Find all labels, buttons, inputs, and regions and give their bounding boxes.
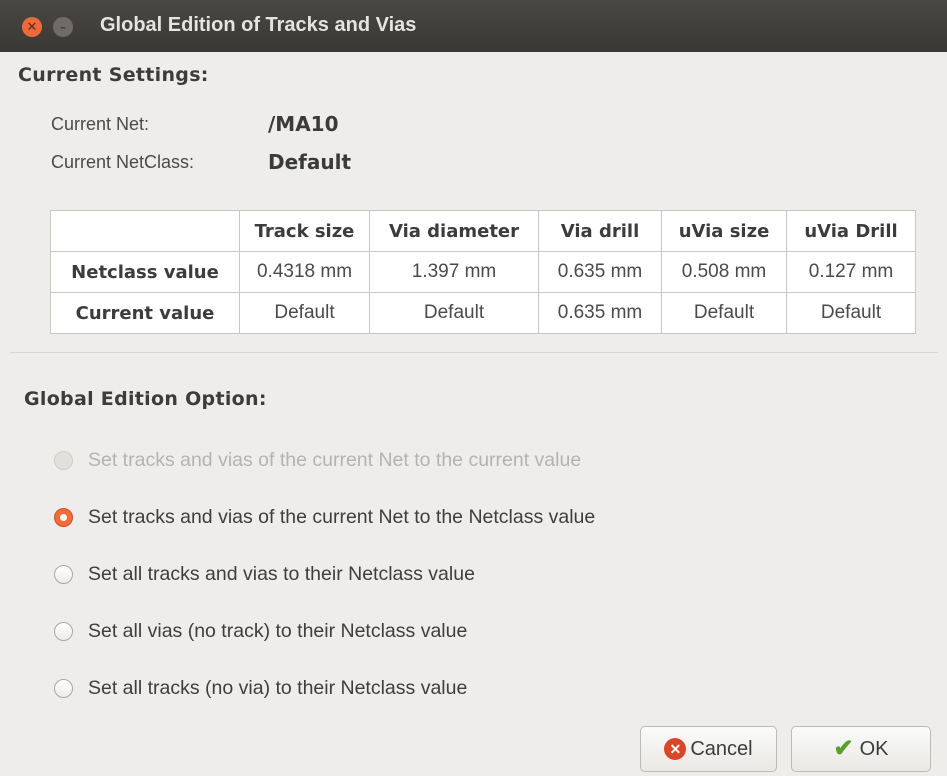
table-cell[interactable]: 0.635 mm [538,292,662,334]
table-cell[interactable]: 0.127 mm [786,251,916,293]
option-all-vias-to-netclass[interactable]: Set all vias (no track) to their Netclas… [54,620,467,643]
option-current-net-to-current-value: Set tracks and vias of the current Net t… [54,449,581,472]
column-header-track-size: Track size [239,210,370,252]
column-header-uvia-drill: uVia Drill [786,210,916,252]
radio-button[interactable] [54,622,73,641]
column-header-uvia-size: uVia size [661,210,787,252]
option-all-tracks-and-vias-to-netclass[interactable]: Set all tracks and vias to their Netclas… [54,563,475,586]
table-cell[interactable]: 0.4318 mm [239,251,370,293]
ok-button-label: OK [859,737,889,760]
close-window-icon[interactable]: ✕ [22,17,42,37]
ok-button[interactable]: ✔ OK [791,726,931,772]
row-header-current-value: Current value [50,292,240,334]
cancel-icon: ✕ [664,738,687,760]
radio-button[interactable] [54,565,73,584]
option-current-net-to-netclass-value[interactable]: Set tracks and vias of the current Net t… [54,506,595,529]
global-edition-heading: Global Edition Option: [24,388,267,410]
option-label: Set tracks and vias of the current Net t… [88,449,582,471]
title-bar: ✕ – Global Edition of Tracks and Vias [0,0,947,52]
table-cell[interactable]: 0.508 mm [661,251,787,293]
table-corner-cell [50,210,240,252]
option-label[interactable]: Set all tracks and vias to their Netclas… [88,563,475,586]
table-cell[interactable]: Default [786,292,916,334]
section-divider [10,352,938,353]
option-label[interactable]: Set all vias (no track) to their Netclas… [88,620,467,643]
cancel-button-label: Cancel [690,737,753,760]
option-label[interactable]: Set tracks and vias of the current Net t… [88,506,595,529]
table-cell[interactable]: Default [369,292,539,334]
table-header-row: Track size Via diameter Via drill uVia s… [50,210,916,252]
current-net-value: /MA10 [268,112,339,136]
checkmark-icon: ✔ [833,735,854,762]
window-title: Global Edition of Tracks and Vias [100,14,417,36]
current-netclass-value: Default [268,150,352,174]
netclass-values-table: Track size Via diameter Via drill uVia s… [50,210,916,334]
table-cell[interactable]: Default [661,292,787,334]
table-cell[interactable]: 1.397 mm [369,251,539,293]
table-cell[interactable]: Default [239,292,370,334]
row-header-netclass-value: Netclass value [50,251,240,293]
column-header-via-diameter: Via diameter [369,210,539,252]
option-all-tracks-to-netclass[interactable]: Set all tracks (no via) to their Netclas… [54,677,467,700]
table-row: Current value Default Default 0.635 mm D… [50,292,916,334]
current-netclass-label: Current NetClass: [51,152,195,172]
table-cell[interactable]: 0.635 mm [538,251,662,293]
radio-button[interactable] [54,508,73,527]
table-row: Netclass value 0.4318 mm 1.397 mm 0.635 … [50,251,916,293]
option-label[interactable]: Set all tracks (no via) to their Netclas… [88,677,467,700]
cancel-button[interactable]: ✕ Cancel [640,726,777,772]
radio-button [54,451,73,470]
current-settings-heading: Current Settings: [18,64,209,86]
minimize-window-icon[interactable]: – [53,17,73,37]
radio-button[interactable] [54,679,73,698]
column-header-via-drill: Via drill [538,210,662,252]
current-net-label: Current Net: [51,114,150,134]
